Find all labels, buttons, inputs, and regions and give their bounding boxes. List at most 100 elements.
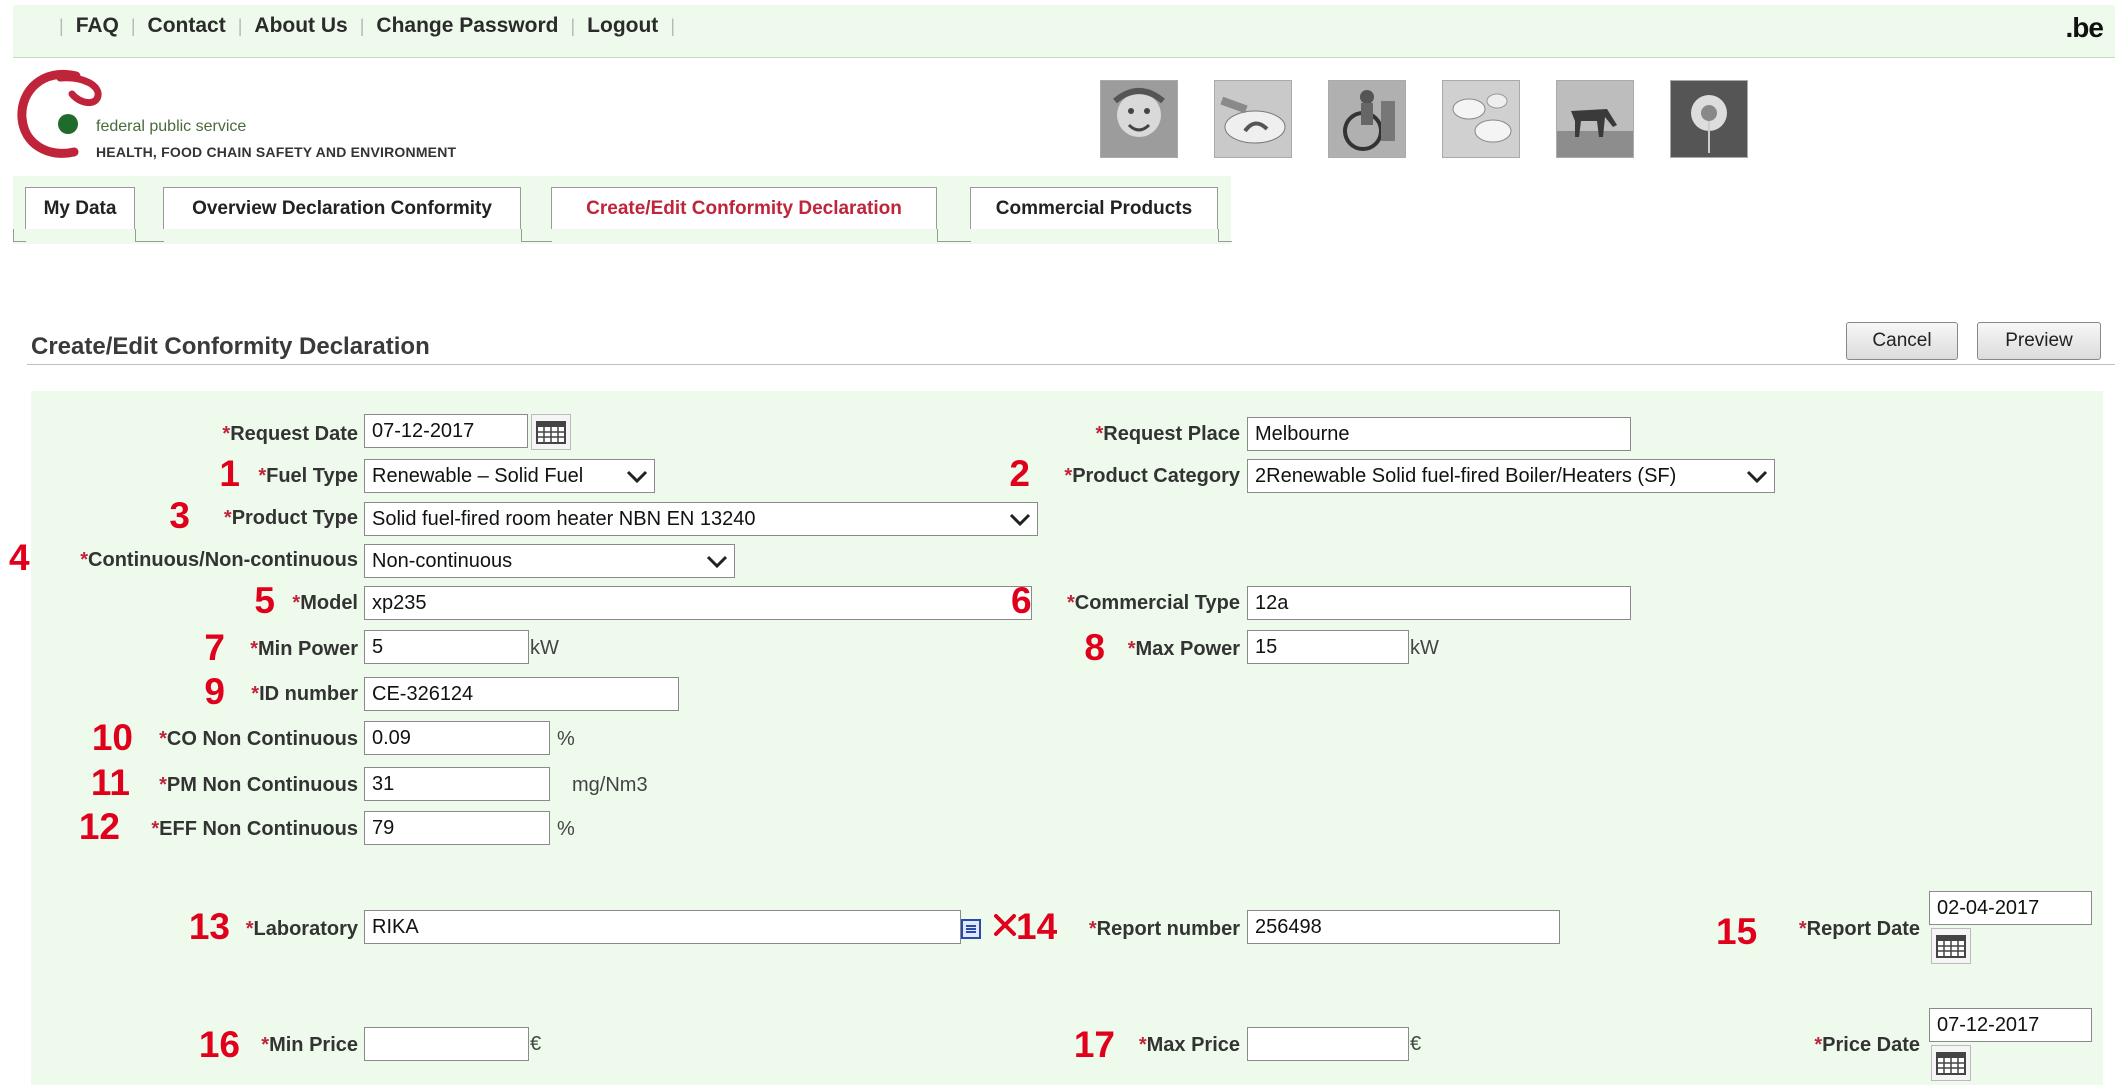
report-date-label: *Report Date bbox=[1798, 918, 1920, 940]
eff-label: *EFF Non Continuous bbox=[151, 818, 358, 840]
chevron-down-icon bbox=[1746, 470, 1768, 484]
annotation-number: 1 bbox=[219, 453, 240, 494]
request-place-label: *Request Place bbox=[1095, 423, 1240, 445]
product-category-select[interactable]: 2Renewable Solid fuel-fired Boiler/Heate… bbox=[1247, 459, 1775, 493]
min-price-currency: € bbox=[530, 1033, 542, 1055]
co-label: *CO Non Continuous bbox=[159, 728, 358, 750]
id-number-label: *ID number bbox=[251, 683, 358, 705]
pills-photo bbox=[1442, 80, 1520, 158]
annotation-number: 7 bbox=[204, 627, 225, 668]
product-type-label: *Product Type bbox=[223, 507, 358, 529]
annotation-number: 16 bbox=[198, 1024, 240, 1065]
nav-contact-link[interactable]: Contact bbox=[148, 14, 226, 38]
annotation-number: 12 bbox=[78, 806, 120, 847]
nav-separator: | bbox=[59, 15, 64, 36]
nav-faq-link[interactable]: FAQ bbox=[76, 14, 119, 38]
report-number-label: *Report number bbox=[1088, 918, 1240, 940]
report-number-input[interactable]: 256498 bbox=[1247, 910, 1560, 944]
max-price-currency: € bbox=[1410, 1033, 1422, 1055]
id-number-input[interactable]: CE-326124 bbox=[364, 677, 679, 711]
nav-separator: | bbox=[570, 15, 576, 36]
annotation-number: 14 bbox=[1016, 906, 1058, 947]
model-input[interactable]: xp235 bbox=[364, 586, 1032, 620]
annotation-number: 5 bbox=[254, 580, 275, 621]
lookup-list-icon[interactable] bbox=[960, 918, 982, 940]
tab-divider bbox=[937, 229, 971, 242]
fuel-type-label: *Fuel Type bbox=[258, 465, 358, 487]
laboratory-label: *Laboratory bbox=[245, 918, 358, 940]
commercial-type-input[interactable]: 12a bbox=[1247, 586, 1631, 620]
tab-divider bbox=[1218, 229, 1232, 242]
nav-separator: | bbox=[359, 15, 365, 36]
min-price-label: *Min Price bbox=[261, 1034, 358, 1056]
laboratory-input[interactable]: RIKA bbox=[364, 910, 961, 944]
chevron-down-icon bbox=[706, 555, 728, 569]
co-input[interactable]: 0.09 bbox=[364, 721, 550, 755]
tab-overview-declaration[interactable]: Overview Declaration Conformity bbox=[163, 187, 521, 229]
max-power-input[interactable]: 15 bbox=[1247, 630, 1409, 664]
nav-change-password-link[interactable]: Change Password bbox=[376, 14, 558, 38]
tab-create-edit-declaration[interactable]: Create/Edit Conformity Declaration bbox=[551, 187, 937, 229]
tab-divider bbox=[13, 229, 26, 242]
top-nav: | FAQ | Contact | About Us | Change Pass… bbox=[47, 14, 687, 38]
product-category-label: *Product Category bbox=[1064, 465, 1240, 487]
annotation-number: 6 bbox=[1011, 580, 1032, 621]
calendar-icon[interactable] bbox=[1931, 1045, 1971, 1081]
clear-icon[interactable] bbox=[992, 912, 1018, 938]
report-date-input[interactable]: 02-04-2017 bbox=[1929, 891, 2092, 925]
wheelchair-photo bbox=[1328, 80, 1406, 158]
fuel-type-select[interactable]: Renewable – Solid Fuel bbox=[364, 459, 655, 493]
request-date-label: *Request Date bbox=[222, 423, 358, 445]
annotation-number: 8 bbox=[1084, 627, 1105, 668]
eff-input[interactable]: 79 bbox=[364, 811, 550, 845]
request-date-input[interactable]: 07-12-2017 bbox=[364, 414, 528, 448]
fps-logo-icon bbox=[17, 69, 102, 158]
annotation-number: 15 bbox=[1716, 911, 1758, 952]
annotation-number: 4 bbox=[9, 537, 30, 578]
chevron-down-icon bbox=[626, 470, 648, 484]
org-name-big: HEALTH, FOOD CHAIN SAFETY AND ENVIRONMEN… bbox=[96, 144, 457, 160]
min-power-label: *Min Power bbox=[250, 638, 358, 660]
continuous-select[interactable]: Non-continuous bbox=[364, 544, 735, 578]
food-photo bbox=[1214, 80, 1292, 158]
price-date-label: *Price Date bbox=[1814, 1034, 1920, 1056]
child-photo bbox=[1100, 80, 1178, 158]
annotation-number: 11 bbox=[90, 762, 130, 803]
product-type-select[interactable]: Solid fuel-fired room heater NBN EN 1324… bbox=[364, 502, 1038, 536]
co-unit: % bbox=[557, 728, 575, 750]
nav-about-us-link[interactable]: About Us bbox=[254, 14, 347, 38]
chevron-down-icon bbox=[1009, 513, 1031, 527]
annotation-number: 9 bbox=[204, 671, 225, 712]
dandelion-photo bbox=[1670, 80, 1748, 158]
cancel-button[interactable]: Cancel bbox=[1846, 322, 1958, 360]
horse-photo bbox=[1556, 80, 1634, 158]
price-date-input[interactable]: 07-12-2017 bbox=[1929, 1008, 2092, 1042]
pm-input[interactable]: 31 bbox=[364, 767, 550, 801]
max-power-unit: kW bbox=[1410, 637, 1439, 659]
nav-separator: | bbox=[670, 15, 675, 36]
tab-divider bbox=[135, 229, 164, 242]
min-power-input[interactable]: 5 bbox=[364, 630, 529, 664]
continuous-label: *Continuous/Non-continuous bbox=[80, 549, 358, 571]
annotation-number: 13 bbox=[188, 906, 230, 947]
nav-logout-link[interactable]: Logout bbox=[587, 14, 658, 38]
model-label: *Model bbox=[292, 592, 358, 614]
tab-divider bbox=[521, 229, 552, 242]
min-price-input[interactable] bbox=[364, 1027, 529, 1061]
max-price-input[interactable] bbox=[1247, 1027, 1409, 1061]
annotation-number: 17 bbox=[1073, 1024, 1115, 1065]
calendar-icon[interactable] bbox=[1931, 928, 1971, 964]
preview-button[interactable]: Preview bbox=[1977, 322, 2101, 360]
tab-commercial-products[interactable]: Commercial Products bbox=[970, 187, 1218, 229]
request-place-input[interactable]: Melbourne bbox=[1247, 417, 1631, 451]
tab-my-data[interactable]: My Data bbox=[25, 187, 135, 229]
calendar-icon[interactable] bbox=[531, 414, 571, 450]
page-title: Create/Edit Conformity Declaration bbox=[31, 333, 430, 360]
be-logo[interactable]: .be bbox=[2066, 12, 2104, 44]
annotation-number: 2 bbox=[1009, 453, 1030, 494]
max-power-label: *Max Power bbox=[1127, 638, 1240, 660]
org-name-small: federal public service bbox=[96, 118, 247, 135]
eff-unit: % bbox=[557, 818, 575, 840]
pm-label: *PM Non Continuous bbox=[159, 774, 358, 796]
annotation-number: 10 bbox=[91, 717, 133, 758]
